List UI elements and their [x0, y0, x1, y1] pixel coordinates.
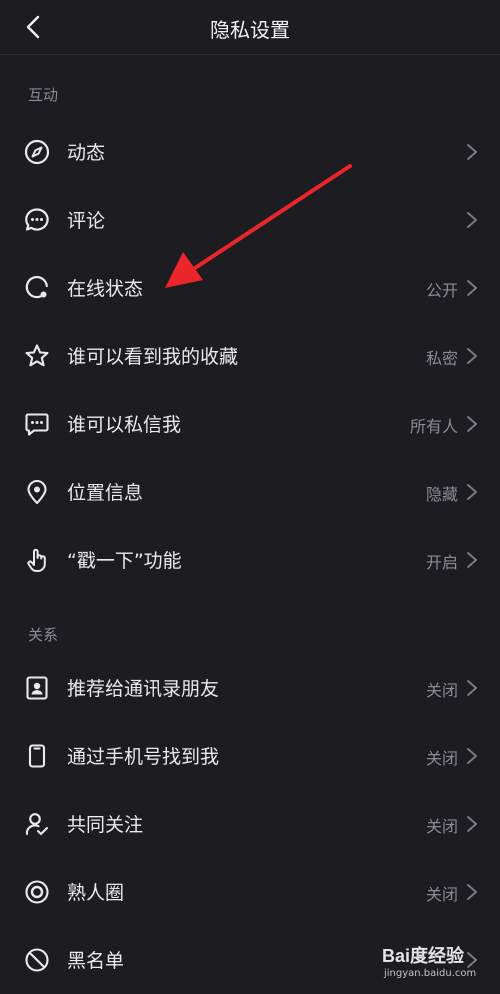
star-icon: [24, 343, 50, 369]
setting-value: 隐藏: [425, 485, 458, 504]
setting-label: 黑名单: [67, 950, 125, 972]
setting-label: 通过手机号找到我: [67, 746, 220, 768]
setting-value: 关闭: [425, 681, 458, 700]
chevron-right-icon: [466, 143, 478, 161]
page-title: 隐私设置: [210, 18, 290, 42]
chevron-right-icon: [466, 747, 478, 765]
comment-bubble-icon: [24, 207, 50, 233]
setting-label: 位置信息: [67, 482, 144, 504]
setting-value: 关闭: [425, 885, 458, 904]
setting-label: 动态: [67, 142, 106, 164]
setting-label: 推荐给通讯录朋友: [67, 678, 220, 700]
compass-icon: [24, 139, 50, 165]
watermark-site: jingyan.baidu.com: [384, 968, 477, 979]
setting-label: 评论: [67, 210, 106, 232]
setting-label: 共同关注: [67, 814, 144, 836]
setting-row-moments[interactable]: 动态: [0, 118, 500, 186]
chevron-right-icon: [466, 679, 478, 697]
section-label: 互动: [28, 86, 59, 104]
mutual-follow-icon: [24, 811, 50, 837]
contact-card-icon: [24, 675, 50, 701]
chevron-right-icon: [466, 211, 478, 229]
setting-row-contacts-recommend[interactable]: 推荐给通讯录朋友 关闭: [0, 654, 500, 722]
setting-label: 谁可以私信我: [67, 414, 182, 436]
setting-value: 关闭: [425, 749, 458, 768]
chevron-right-icon: [466, 551, 478, 569]
setting-value: 公开: [425, 281, 458, 300]
location-pin-icon: [24, 479, 50, 505]
setting-row-online-status[interactable]: 在线状态 公开: [0, 254, 500, 322]
circle-icon: [24, 879, 50, 905]
setting-row-location[interactable]: 位置信息 隐藏: [0, 458, 500, 526]
chevron-right-icon: [466, 347, 478, 365]
chevron-right-icon: [466, 415, 478, 433]
chevron-right-icon: [466, 279, 478, 297]
message-icon: [24, 411, 50, 437]
chevron-right-icon: [466, 815, 478, 833]
setting-row-phone-search[interactable]: 通过手机号找到我 关闭: [0, 722, 500, 790]
setting-label: “戳一下”功能: [67, 550, 182, 572]
chevron-right-icon: [466, 883, 478, 901]
setting-row-mutual-follow[interactable]: 共同关注 关闭: [0, 790, 500, 858]
setting-row-poke[interactable]: “戳一下”功能 开启: [0, 526, 500, 594]
setting-value: 关闭: [425, 817, 458, 836]
chevron-right-icon: [466, 483, 478, 501]
setting-row-direct-message[interactable]: 谁可以私信我 所有人: [0, 390, 500, 458]
setting-value: 私密: [425, 349, 458, 368]
watermark-logo: Bai度经验: [382, 946, 465, 966]
setting-label: 谁可以看到我的收藏: [67, 346, 239, 368]
section-label: 关系: [28, 626, 59, 644]
setting-row-favorites-visibility[interactable]: 谁可以看到我的收藏 私密: [0, 322, 500, 390]
setting-row-acquaintance-circle[interactable]: 熟人圈 关闭: [0, 858, 500, 926]
setting-value: 所有人: [409, 417, 458, 436]
top-bar: 隐私设置: [0, 0, 500, 55]
setting-label: 在线状态: [67, 278, 144, 300]
setting-label: 熟人圈: [67, 882, 125, 904]
setting-value: 开启: [425, 553, 458, 572]
poke-hand-icon: [24, 547, 50, 573]
phone-icon: [24, 743, 50, 769]
online-status-icon: [24, 275, 50, 301]
settings-content: 互动 动态 评论 在线状态 公开 谁可以看到我的收藏 私密 谁可以私信我 所有人…: [0, 54, 500, 994]
block-icon: [24, 947, 50, 973]
section-interaction: 互动 动态 评论 在线状态 公开 谁可以看到我的收藏 私密 谁可以私信我 所有人…: [0, 54, 500, 594]
watermark: Bai度经验 jingyan.baidu.com: [382, 934, 492, 986]
setting-row-comments[interactable]: 评论: [0, 186, 500, 254]
